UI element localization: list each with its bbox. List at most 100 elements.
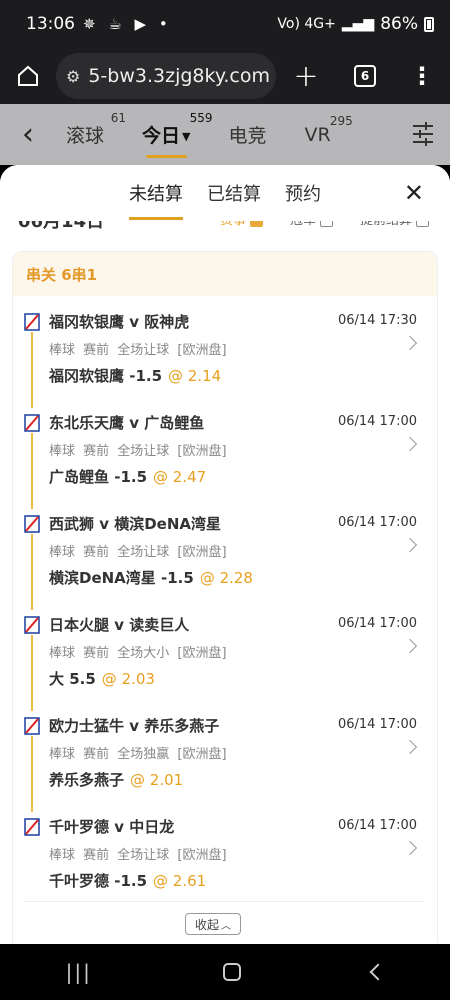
tab-switcher-button[interactable]: 6 bbox=[336, 65, 394, 87]
recents-icon[interactable]: ||| bbox=[66, 960, 92, 984]
pick-odds: @ 2.28 bbox=[199, 569, 253, 587]
bet-item[interactable]: 千叶罗德 v 中日龙 06/14 17:00 棒球 赛前 全场让球 [欧洲盘] … bbox=[13, 813, 437, 913]
tab-reserved[interactable]: 预约 bbox=[285, 180, 321, 206]
pick-odds: @ 2.47 bbox=[153, 468, 207, 486]
timeline-line bbox=[31, 433, 33, 509]
status-bar: 13:06 ✵ ☕ ▶ • Vo) 4G+ ▂▄▆ 86% bbox=[0, 0, 450, 48]
network-indicator: Vo) 4G+ bbox=[277, 16, 336, 32]
baseball-league-icon bbox=[24, 515, 40, 533]
bet-meta: 棒球 赛前 全场让球 [欧洲盘] bbox=[49, 444, 227, 459]
bet-item[interactable]: 东北乐天鹰 v 广岛鲤鱼 06/14 17:00 棒球 赛前 全场让球 [欧洲盘… bbox=[13, 409, 437, 509]
nav-label: 今日 bbox=[142, 125, 181, 147]
divider bbox=[24, 901, 424, 902]
bet-item[interactable]: 欧力士猛牛 v 养乐多燕子 06/14 17:00 棒球 赛前 全场独赢 [欧洲… bbox=[13, 712, 437, 812]
chevron-up-icon: ︿ bbox=[221, 920, 231, 932]
collapse-label: 收起 bbox=[194, 917, 219, 932]
pick-label: 广岛鲤鱼 -1.5 bbox=[49, 468, 148, 486]
bet-item[interactable]: 福冈软银鹰 v 阪神虎 06/14 17:30 棒球 赛前 全场让球 [欧洲盘]… bbox=[13, 308, 437, 408]
signal-icon: ▂▄▆ bbox=[341, 16, 375, 32]
status-right: Vo) 4G+ ▂▄▆ 86% bbox=[277, 14, 434, 34]
parlay-card: 串关 6串1 福冈软银鹰 v 阪神虎 06/14 17:30 棒球 赛前 全场让… bbox=[12, 251, 438, 944]
home-icon bbox=[18, 65, 38, 86]
nav-label: 电竞 bbox=[228, 125, 267, 147]
bet-meta: 棒球 赛前 全场让球 [欧洲盘] bbox=[49, 545, 227, 560]
parlay-title: 串关 6串1 bbox=[13, 252, 437, 296]
collapse-button[interactable]: 收起 ︿ bbox=[185, 913, 241, 935]
battery-percent: 86% bbox=[380, 14, 418, 34]
match-name: 欧力士猛牛 v 养乐多燕子 bbox=[49, 717, 220, 735]
match-name: 西武狮 v 横滨DeNA湾星 bbox=[49, 515, 222, 533]
pick-odds: @ 2.61 bbox=[153, 872, 207, 890]
baseball-league-icon bbox=[24, 616, 40, 634]
nav-tab-vr[interactable]: VR 295 bbox=[304, 114, 353, 146]
match-name: 福冈软银鹰 v 阪神虎 bbox=[49, 313, 190, 331]
match-name: 日本火腿 v 读卖巨人 bbox=[49, 616, 190, 634]
bet-pick: 横滨DeNA湾星 -1.5 @ 2.28 bbox=[49, 567, 253, 588]
match-time: 06/14 17:00 bbox=[337, 818, 417, 833]
bet-pick: 千叶罗德 -1.5 @ 2.61 bbox=[49, 870, 206, 891]
baseball-league-icon bbox=[24, 717, 40, 735]
match-time: 06/14 17:00 bbox=[337, 717, 417, 732]
nav-label: VR bbox=[304, 123, 331, 146]
baseball-league-icon bbox=[24, 313, 40, 331]
chevron-right-icon[interactable] bbox=[402, 335, 418, 351]
bet-pick: 大 5.5 @ 2.03 bbox=[49, 668, 155, 689]
nav-tab-esports[interactable]: 电竞 bbox=[229, 121, 267, 148]
notification-icons: ✵ ☕ ▶ • bbox=[83, 15, 172, 33]
sheet-header: 未结算 已结算 预约 ✕ bbox=[0, 165, 450, 221]
baseball-league-icon bbox=[24, 414, 40, 432]
bet-meta: 棒球 赛前 全场大小 [欧洲盘] bbox=[49, 646, 227, 661]
back-icon[interactable] bbox=[369, 963, 387, 981]
timeline-line bbox=[31, 635, 33, 711]
home-button-icon[interactable] bbox=[223, 963, 242, 981]
nav-count: 559 bbox=[189, 111, 213, 125]
pick-odds: @ 2.14 bbox=[168, 367, 222, 385]
match-time: 06/14 17:00 bbox=[337, 515, 417, 530]
clock: 13:06 bbox=[26, 14, 75, 34]
back-button[interactable]: ‹ bbox=[0, 117, 56, 152]
chevron-right-icon[interactable] bbox=[402, 436, 418, 452]
caret-down-icon: ▼ bbox=[182, 130, 191, 143]
browser-toolbar: ⚙ 5-bw3.3zjg8ky.com + 6 ⋮ bbox=[0, 48, 450, 104]
pick-odds: @ 2.01 bbox=[130, 771, 184, 789]
chevron-right-icon[interactable] bbox=[402, 840, 418, 856]
nav-label: 滚球 bbox=[66, 125, 105, 147]
nav-tab-today[interactable]: 今日 ▼ 559 bbox=[142, 111, 213, 158]
match-name: 千叶罗德 v 中日龙 bbox=[49, 818, 175, 836]
nav-count: 61 bbox=[110, 111, 127, 125]
site-settings-icon[interactable]: ⚙ bbox=[66, 67, 80, 86]
tab-settled[interactable]: 已结算 bbox=[207, 180, 261, 206]
nav-count: 295 bbox=[329, 113, 353, 128]
tab-count: 6 bbox=[354, 65, 376, 87]
close-icon[interactable]: ✕ bbox=[404, 179, 424, 207]
bets-sheet: 未结算 已结算 预约 ✕ 06月14日 赛事 冠军 提前结算 串关 6串1 福冈… bbox=[0, 165, 450, 944]
bet-pick: 广岛鲤鱼 -1.5 @ 2.47 bbox=[49, 466, 206, 487]
match-time: 06/14 17:30 bbox=[337, 313, 417, 328]
tab-unsettled[interactable]: 未结算 bbox=[129, 180, 183, 220]
pick-label: 大 5.5 bbox=[49, 670, 96, 688]
browser-home-button[interactable] bbox=[0, 64, 56, 88]
chevron-right-icon[interactable] bbox=[402, 537, 418, 553]
chevron-right-icon[interactable] bbox=[402, 739, 418, 755]
timeline-line bbox=[31, 534, 33, 610]
new-tab-button[interactable]: + bbox=[276, 59, 336, 94]
pick-label: 福冈软银鹰 -1.5 bbox=[49, 367, 163, 385]
filter-icon[interactable] bbox=[412, 120, 434, 148]
match-time: 06/14 17:00 bbox=[337, 616, 417, 631]
address-bar[interactable]: ⚙ 5-bw3.3zjg8ky.com bbox=[56, 53, 276, 99]
bet-pick: 福冈软银鹰 -1.5 @ 2.14 bbox=[49, 365, 221, 386]
bet-item[interactable]: 西武狮 v 横滨DeNA湾星 06/14 17:00 棒球 赛前 全场让球 [欧… bbox=[13, 510, 437, 610]
pick-label: 横滨DeNA湾星 -1.5 bbox=[49, 569, 194, 587]
chevron-right-icon[interactable] bbox=[402, 638, 418, 654]
browser-menu-button[interactable]: ⋮ bbox=[394, 62, 450, 90]
pick-label: 千叶罗德 -1.5 bbox=[49, 872, 148, 890]
app-nav: ‹ 滚球 61 今日 ▼ 559 电竞 VR 295 bbox=[0, 104, 450, 165]
system-nav-bar: ||| bbox=[0, 944, 450, 1000]
bet-item[interactable]: 日本火腿 v 读卖巨人 06/14 17:00 棒球 赛前 全场大小 [欧洲盘]… bbox=[13, 611, 437, 711]
battery-icon bbox=[424, 16, 434, 32]
pick-label: 养乐多燕子 bbox=[49, 771, 125, 789]
bet-meta: 棒球 赛前 全场让球 [欧洲盘] bbox=[49, 343, 227, 358]
nav-tab-live[interactable]: 滚球 61 bbox=[66, 111, 126, 148]
timeline-line bbox=[31, 332, 33, 408]
match-time: 06/14 17:00 bbox=[337, 414, 417, 429]
